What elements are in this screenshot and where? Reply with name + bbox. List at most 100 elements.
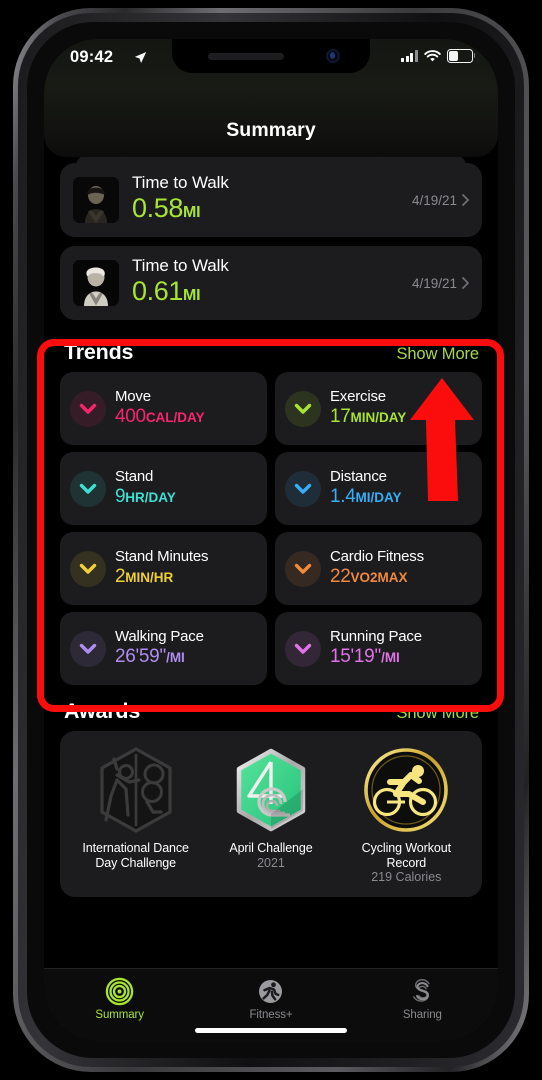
trend-text: Exercise 17MIN/DAY	[330, 388, 406, 429]
trend-value: 22VO2MAX	[330, 566, 424, 589]
trend-value: 26'59''/MI	[115, 646, 204, 669]
trend-value: 400CAL/DAY	[115, 406, 205, 429]
trends-grid: Move 400CAL/DAY Exercise 17MIN/DAY Stand 9HR/…	[60, 372, 482, 685]
trend-number: 400	[115, 406, 146, 427]
trend-name: Move	[115, 388, 151, 405]
time-to-walk-number: 0.58	[132, 193, 183, 223]
trend-name: Walking Pace	[115, 628, 204, 645]
trend-card-distance[interactable]: Distance 1.4MI/DAY	[275, 452, 482, 525]
trend-name: Cardio Fitness	[330, 548, 424, 565]
trend-card-cardio-fitness[interactable]: Cardio Fitness 22VO2MAX	[275, 532, 482, 605]
person-portrait-thumbnail	[73, 177, 119, 223]
battery-icon	[447, 49, 476, 63]
award-name: Cycling Workout Record	[361, 841, 451, 870]
trend-name: Distance	[330, 468, 387, 485]
chevron-down-icon	[70, 470, 106, 507]
tab-sharing-label: Sharing	[402, 1009, 442, 1021]
tab-summary-label: Summary	[95, 1009, 144, 1021]
home-indicator[interactable]	[195, 1028, 347, 1033]
notch	[172, 39, 370, 73]
time-to-walk-value: 0.61MI	[132, 277, 412, 310]
trend-text: Move 400CAL/DAY	[115, 388, 205, 429]
tab-fitness-plus-label: Fitness+	[249, 1009, 293, 1021]
phone-screen: Time to Walk 0.58MI 4/19/21 Time to Walk…	[44, 39, 498, 1041]
status-time: 09:42	[70, 48, 114, 66]
trend-number: 1.4	[330, 486, 356, 507]
time-to-walk-title: Time to Walk	[132, 256, 229, 275]
trend-unit: MIN/HR	[125, 570, 174, 585]
time-to-walk-card[interactable]: Time to Walk 0.58MI 4/19/21	[60, 163, 482, 237]
time-to-walk-title: Time to Walk	[132, 173, 229, 192]
activity-rings-icon	[105, 977, 134, 1006]
chevron-down-icon	[70, 630, 106, 667]
trend-value: 17MIN/DAY	[330, 406, 406, 429]
award-sub: 219 Calories	[371, 870, 442, 884]
trend-number: 15'19''	[330, 646, 382, 667]
chevron-right-icon	[462, 194, 469, 206]
trend-name: Running Pace	[330, 628, 422, 645]
trends-header: Trends Show More	[60, 329, 482, 372]
april-challenge-badge	[206, 744, 335, 836]
tab-sharing[interactable]: Sharing	[347, 969, 498, 1041]
awards-title: Awards	[64, 699, 141, 723]
awards-header: Awards Show More	[60, 685, 482, 731]
trend-card-stand-minutes[interactable]: Stand Minutes 2MIN/HR	[60, 532, 267, 605]
trend-card-walking-pace[interactable]: Walking Pace 26'59''/MI	[60, 612, 267, 685]
chevron-down-icon	[285, 470, 321, 507]
trend-name: Stand	[115, 468, 154, 485]
trend-value: 15'19''/MI	[330, 646, 422, 669]
battery-cap	[473, 53, 476, 58]
trend-card-running-pace[interactable]: Running Pace 15'19''/MI	[275, 612, 482, 685]
time-to-walk-number: 0.61	[132, 276, 183, 306]
runner-icon	[259, 980, 283, 1003]
chevron-down-icon	[285, 550, 321, 587]
earpiece-speaker	[208, 53, 284, 60]
trends-title: Trends	[64, 340, 134, 364]
trend-card-move[interactable]: Move 400CAL/DAY	[60, 372, 267, 445]
trend-unit: VO2MAX	[350, 570, 408, 585]
trend-name: Stand Minutes	[115, 548, 209, 565]
trend-name: Exercise	[330, 388, 386, 405]
tab-summary[interactable]: Summary	[44, 969, 195, 1041]
time-to-walk-card[interactable]: Time to Walk 0.61MI 4/19/21	[60, 246, 482, 320]
trend-number: 26'59''	[115, 646, 167, 667]
summary-scroll-area[interactable]: Time to Walk 0.58MI 4/19/21 Time to Walk…	[44, 163, 498, 969]
phone-frame: Time to Walk 0.58MI 4/19/21 Time to Walk…	[13, 8, 529, 1072]
trends-show-more-button[interactable]: Show More	[396, 345, 479, 364]
award-sub: 2021	[257, 855, 285, 870]
trend-unit: HR/DAY	[125, 490, 176, 505]
time-to-walk-date: 4/19/21	[411, 192, 457, 208]
trend-text: Stand Minutes 2MIN/HR	[115, 548, 208, 589]
time-to-walk-value: 0.58MI	[132, 194, 412, 227]
awards-card: International Dance Day Challenge April …	[60, 731, 482, 897]
trend-number: 17	[330, 406, 351, 427]
trend-card-stand[interactable]: Stand 9HR/DAY	[60, 452, 267, 525]
trend-number: 2	[115, 566, 126, 587]
chevron-right-icon	[462, 277, 469, 289]
trend-value: 9HR/DAY	[115, 486, 176, 509]
wifi-icon	[424, 49, 441, 61]
trend-number: 22	[330, 566, 351, 587]
page-title: Summary	[226, 119, 316, 141]
award-name: April Challenge	[229, 841, 313, 855]
time-to-walk-date: 4/19/21	[411, 275, 457, 291]
trend-unit: MIN/DAY	[350, 410, 407, 425]
trend-unit: /MI	[381, 650, 400, 665]
time-to-walk-meta: 4/19/21	[412, 193, 469, 208]
trend-card-exercise[interactable]: Exercise 17MIN/DAY	[275, 372, 482, 445]
trend-text: Stand 9HR/DAY	[115, 468, 176, 509]
front-camera	[326, 49, 340, 63]
status-indicators	[400, 49, 476, 63]
chevron-down-icon	[70, 390, 106, 427]
award-item[interactable]: April Challenge 2021	[203, 744, 338, 885]
screenshot-root: Time to Walk 0.58MI 4/19/21 Time to Walk…	[0, 0, 542, 1080]
app-content: Time to Walk 0.58MI 4/19/21 Time to Walk…	[44, 39, 498, 1041]
location-arrow-icon	[134, 52, 147, 63]
trend-value: 1.4MI/DAY	[330, 486, 402, 509]
award-item[interactable]: Cycling Workout Record 219 Calories	[339, 744, 474, 885]
awards-show-more-button[interactable]: Show More	[396, 704, 479, 723]
time-to-walk-unit: MI	[182, 287, 201, 304]
dance-challenge-badge	[71, 744, 200, 836]
sharing-s-icon	[412, 979, 430, 1002]
award-item[interactable]: International Dance Day Challenge	[68, 744, 203, 885]
